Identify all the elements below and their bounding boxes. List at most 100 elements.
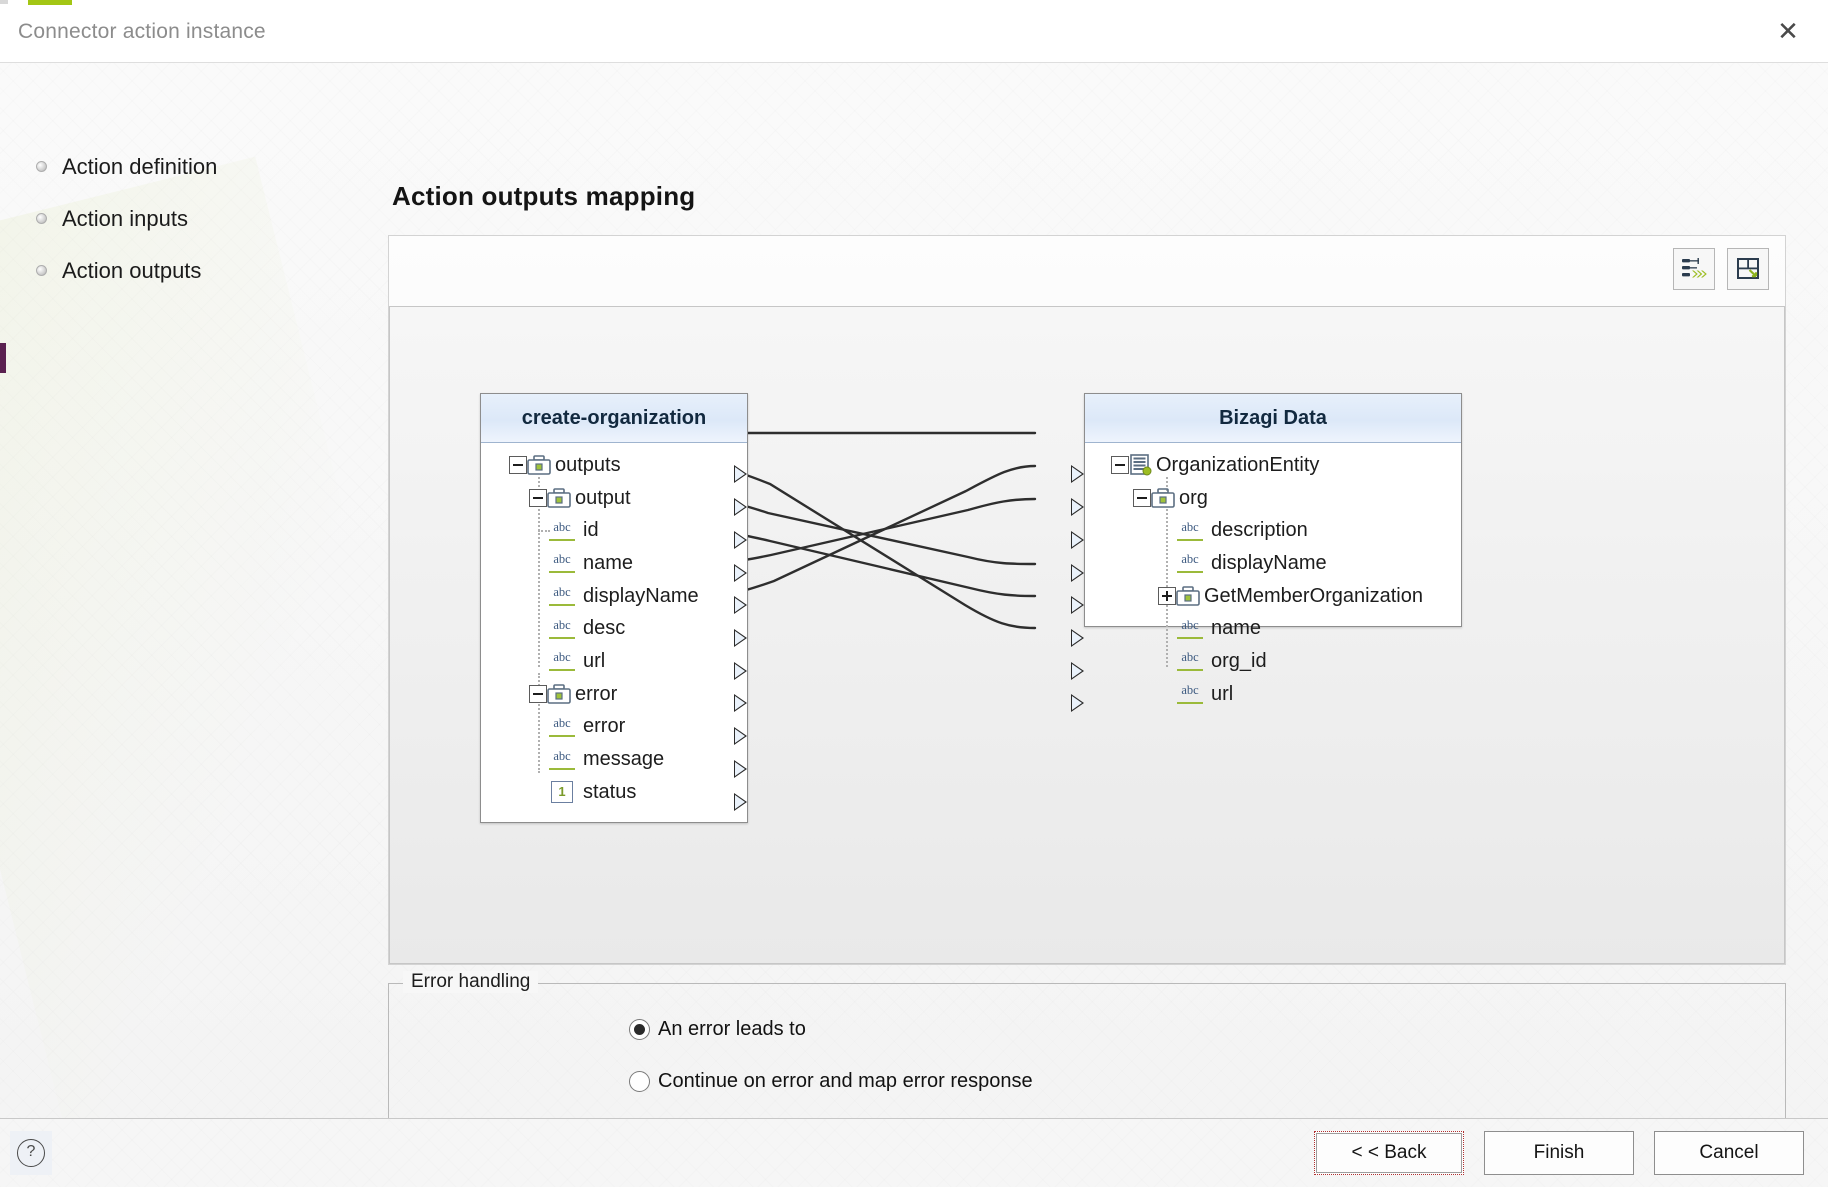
target-node-label: displayName [1211, 551, 1327, 574]
target-port-getmemberorganization[interactable] [1071, 596, 1084, 614]
abc-icon: abc [549, 618, 575, 639]
target-node-label: name [1211, 617, 1262, 640]
target-node-url[interactable]: abc url [1085, 678, 1461, 711]
abc-icon: abc [549, 586, 575, 607]
source-port-url[interactable] [734, 662, 747, 680]
wizard-step-nav: Action definition Action inputs Action o… [36, 141, 336, 297]
connector-action-instance-dialog: Connector action instance ✕ Action defin… [0, 0, 1828, 1187]
source-node-id[interactable]: abc id [481, 514, 747, 547]
target-port-url[interactable] [1071, 694, 1084, 712]
source-tree-card: create-organization outputs output abc i… [480, 393, 748, 823]
cancel-button[interactable]: Cancel [1654, 1131, 1804, 1175]
collapse-icon[interactable] [1111, 456, 1129, 475]
source-port-outputs[interactable] [734, 465, 747, 483]
collapse-icon[interactable] [529, 685, 547, 704]
source-port-id[interactable] [734, 531, 747, 549]
abc-icon: abc [1177, 651, 1203, 672]
number-icon: 1 [551, 781, 573, 804]
source-port-error[interactable] [734, 727, 747, 745]
target-port-description[interactable] [1071, 531, 1084, 549]
source-node-message[interactable]: abc message [481, 743, 747, 776]
sidebar-item-action-inputs[interactable]: Action inputs [36, 193, 336, 245]
target-node-org[interactable]: org [1085, 482, 1461, 515]
source-node-url[interactable]: abc url [481, 645, 747, 678]
target-port-displayname[interactable] [1071, 564, 1084, 582]
target-port-orgid[interactable] [1071, 662, 1084, 680]
step-bullet-icon [36, 213, 47, 224]
target-node-displayname[interactable]: abc displayName [1085, 547, 1461, 580]
briefcase-icon [527, 455, 551, 476]
page-title: Action outputs mapping [392, 181, 696, 211]
source-node-label: output [575, 486, 631, 509]
back-button[interactable]: < < Back [1314, 1131, 1464, 1175]
help-glyph: ? [17, 1139, 45, 1167]
source-node-label: displayName [583, 584, 699, 607]
abc-icon: abc [549, 749, 575, 770]
target-port-name[interactable] [1071, 629, 1084, 647]
abc-icon: abc [549, 553, 575, 574]
collapse-icon[interactable] [529, 489, 547, 508]
mapping-canvas[interactable]: create-organization outputs output abc i… [389, 306, 1785, 964]
source-node-status[interactable]: 1 status [481, 776, 747, 809]
target-node-label: description [1211, 519, 1308, 542]
target-node-orgid[interactable]: abc org_id [1085, 645, 1461, 678]
source-port-desc[interactable] [734, 629, 747, 647]
source-port-displayname[interactable] [734, 596, 747, 614]
source-port-output[interactable] [734, 498, 747, 516]
source-tree-body: outputs output abc id abc name abc displ… [481, 443, 747, 809]
sidebar-item-action-outputs[interactable]: Action outputs [36, 245, 336, 297]
target-node-name[interactable]: abc name [1085, 612, 1461, 645]
expand-panel-icon[interactable] [1727, 248, 1769, 290]
finish-button[interactable]: Finish [1484, 1131, 1634, 1175]
collapse-icon[interactable] [509, 456, 527, 475]
mapping-panel: create-organization outputs output abc i… [388, 235, 1786, 965]
sidebar-item-label: Action definition [62, 154, 218, 179]
source-node-name[interactable]: abc name [481, 547, 747, 580]
entity-icon [1129, 454, 1152, 476]
abc-icon: abc [549, 651, 575, 672]
target-tree-title: Bizagi Data [1085, 394, 1461, 443]
sidebar-item-action-definition[interactable]: Action definition [36, 141, 336, 193]
error-leads-to-option[interactable]: An error leads to [629, 1018, 806, 1041]
radio-continue-on-error[interactable] [629, 1071, 650, 1092]
target-tree-body: OrganizationEntity org abc description a… [1085, 443, 1461, 711]
help-icon[interactable]: ? [10, 1131, 52, 1175]
step-bullet-icon [36, 161, 47, 172]
footer-buttons: < < Back Finish Cancel [1314, 1131, 1804, 1175]
continue-on-error-option[interactable]: Continue on error and map error response [629, 1070, 1033, 1093]
error-handling-legend: Error handling [403, 971, 539, 993]
abc-icon: abc [549, 716, 575, 737]
source-port-status[interactable] [734, 793, 747, 811]
source-node-displayname[interactable]: abc displayName [481, 580, 747, 613]
auto-map-icon[interactable] [1673, 248, 1715, 290]
source-node-label: name [583, 551, 634, 574]
target-port-organizationentity[interactable] [1071, 465, 1084, 483]
abc-icon: abc [1177, 520, 1203, 541]
source-port-message[interactable] [734, 760, 747, 778]
source-node-outputs[interactable]: outputs [481, 449, 747, 482]
target-node-organizationentity[interactable]: OrganizationEntity [1085, 449, 1461, 482]
target-node-description[interactable]: abc description [1085, 514, 1461, 547]
source-tree-title: create-organization [481, 394, 747, 443]
source-node-error-group[interactable]: error [481, 678, 747, 711]
radio-an-error-leads-to[interactable] [629, 1019, 650, 1040]
abc-icon: abc [1177, 684, 1203, 705]
window-title: Connector action instance [18, 20, 266, 43]
source-port-name[interactable] [734, 564, 747, 582]
source-node-error[interactable]: abc error [481, 711, 747, 744]
source-node-label: id [583, 519, 599, 542]
target-port-org[interactable] [1071, 498, 1084, 516]
title-bar-edge [0, 0, 1828, 3]
close-icon[interactable]: ✕ [1766, 10, 1810, 52]
source-node-label: status [583, 780, 637, 803]
abc-icon: abc [1177, 553, 1203, 574]
source-node-desc[interactable]: abc desc [481, 612, 747, 645]
source-node-label: message [583, 748, 665, 771]
target-node-getmemberorganization[interactable]: GetMemberOrganization [1085, 580, 1461, 613]
collapse-icon[interactable] [1133, 489, 1151, 508]
expand-icon[interactable] [1158, 587, 1176, 606]
source-port-error-group[interactable] [734, 694, 747, 712]
source-node-label: desc [583, 617, 626, 640]
source-node-output[interactable]: output [481, 482, 747, 515]
target-tree-card: Bizagi Data OrganizationEntity org abc d… [1071, 393, 1462, 712]
